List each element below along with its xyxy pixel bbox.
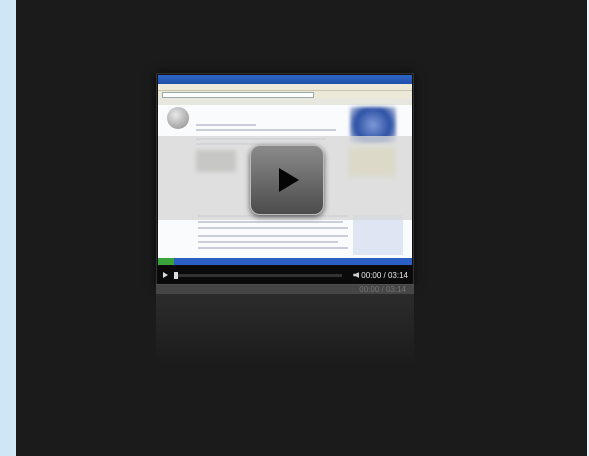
captured-address-field — [162, 91, 314, 98]
text-line — [196, 124, 256, 126]
big-play-button[interactable] — [250, 145, 324, 215]
infobox-table — [353, 215, 403, 255]
text-line — [198, 235, 348, 237]
captured-menubar — [158, 84, 412, 91]
text-line — [196, 129, 336, 131]
time-display: 00:00 / 03:14 — [361, 270, 408, 280]
play-button[interactable] — [160, 270, 170, 280]
player-reflection: 00:00 / 03:14 — [156, 284, 414, 364]
volume-icon — [353, 272, 360, 278]
reflection-time: 00:00 / 03:14 — [359, 285, 406, 294]
wiki-globe-logo-icon — [167, 107, 189, 129]
video-screen[interactable] — [158, 75, 412, 265]
text-line — [198, 247, 348, 249]
seek-bar[interactable] — [174, 271, 343, 279]
captured-start-button — [158, 258, 174, 265]
play-icon — [162, 272, 168, 278]
seek-bar-handle[interactable] — [174, 271, 178, 279]
captured-window-titlebar — [158, 75, 412, 84]
video-player[interactable]: 00:00 / 03:14 — [156, 73, 414, 285]
player-controls: 00:00 / 03:14 — [157, 266, 413, 284]
text-line — [198, 241, 338, 243]
play-icon — [279, 168, 299, 192]
text-line — [198, 227, 348, 229]
captured-address-bar — [158, 91, 412, 98]
volume-button[interactable] — [351, 270, 361, 280]
text-line — [198, 221, 343, 223]
captured-taskbar — [158, 258, 412, 265]
